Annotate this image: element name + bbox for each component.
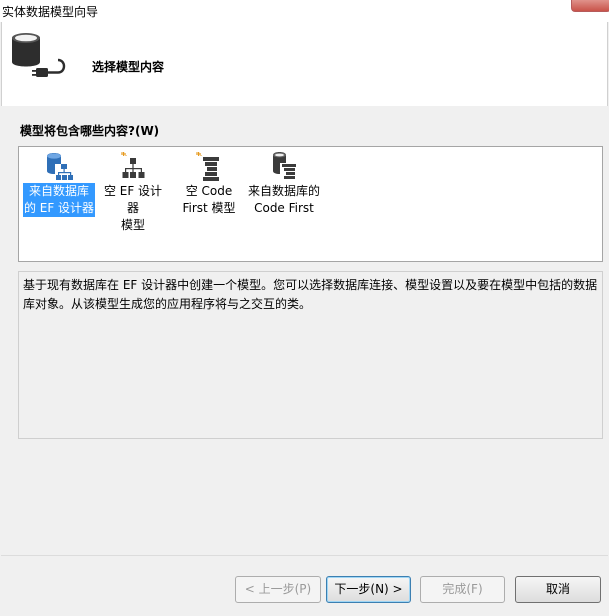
model-option-empty-ef-designer[interactable]: 空 EF 设计器 模型 [97,147,169,232]
model-option-code-first-from-database[interactable]: 来自数据库的 Code First [244,147,324,227]
model-option-label: 来自数据库的 Code First [247,184,320,215]
model-content-list[interactable]: 来自数据库 的 EF 设计器 空 EF 设计器 模型 空 Code First … [18,146,603,262]
model-description-panel: 基于现有数据库在 EF 设计器中创建一个模型。您可以选择数据库连接、模型设置以及… [18,271,603,439]
model-option-label: 空 Code First 模型 [182,184,236,215]
title-bar: 实体数据模型向导 [0,0,609,22]
database-code-first-icon [273,152,299,182]
window-title: 实体数据模型向导 [2,5,99,19]
finish-button[interactable]: 完成(F) [420,576,505,603]
model-content-label: 模型将包含哪些内容?(W) [20,124,160,138]
cancel-button[interactable]: 取消 [515,576,601,603]
back-button[interactable]: < 上一步(P) [235,576,321,603]
empty-diagram-icon [121,152,145,178]
database-connector-icon [12,33,66,77]
model-option-label: 空 EF 设计器 模型 [103,184,163,232]
next-button[interactable]: 下一步(N) > [326,576,411,603]
footer-divider [1,555,608,556]
model-option-ef-designer-from-database[interactable]: 来自数据库 的 EF 设计器 [21,147,97,227]
database-diagram-icon [47,153,73,181]
model-option-empty-code-first[interactable]: 空 Code First 模型 [174,147,244,227]
empty-code-first-icon [196,152,219,181]
model-option-label: 来自数据库 的 EF 设计器 [22,183,96,217]
model-description-text: 基于现有数据库在 EF 设计器中创建一个模型。您可以选择数据库连接、模型设置以及… [23,278,598,311]
wizard-header: 选择模型内容 [1,22,608,106]
page-title: 选择模型内容 [92,60,165,74]
close-button[interactable] [571,0,609,12]
